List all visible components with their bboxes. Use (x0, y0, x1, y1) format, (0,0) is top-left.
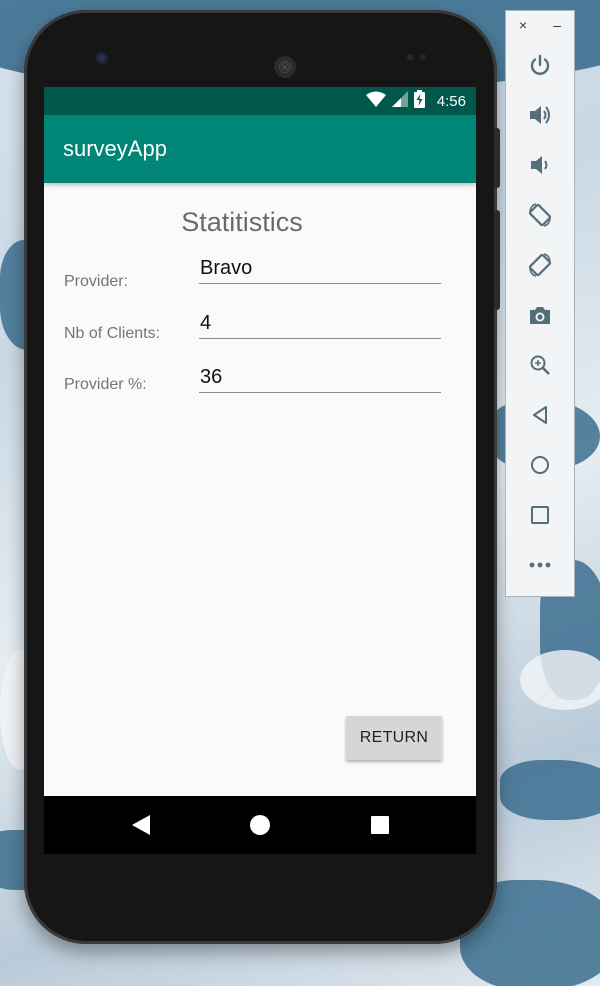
status-bar: 4:56 (44, 87, 476, 115)
power-icon (530, 54, 550, 75)
volume-up-icon (530, 106, 550, 124)
camera-icon (530, 307, 550, 324)
overview-icon (531, 506, 549, 524)
zoom-icon (530, 355, 550, 375)
return-button[interactable]: RETURN (346, 716, 442, 760)
power-button[interactable] (525, 50, 555, 80)
provider-percent-field[interactable] (199, 363, 441, 393)
provider-field[interactable] (199, 254, 441, 284)
phone-side-button (494, 128, 500, 188)
more-button[interactable] (525, 550, 555, 580)
rotate-left-icon (528, 203, 552, 227)
screenshot-button[interactable] (525, 300, 555, 330)
emulator-toolbar: × – (505, 10, 575, 597)
nav-recents-button[interactable] (363, 796, 397, 854)
volume-down-icon (531, 156, 548, 174)
front-camera (96, 52, 108, 64)
back-icon (533, 406, 547, 424)
phone-side-button (494, 210, 500, 310)
proximity-sensor (407, 54, 413, 60)
home-button[interactable] (525, 450, 555, 480)
recents-icon (371, 816, 389, 834)
clients-count-label: Nb of Clients: (64, 325, 161, 342)
page-title: Statitistics (181, 207, 303, 237)
minimize-window-button[interactable]: – (553, 17, 561, 33)
provider-percent-label: Provider %: (64, 376, 147, 393)
back-button[interactable] (525, 400, 555, 430)
navigation-bar (44, 796, 476, 854)
earpiece-speaker (274, 56, 296, 78)
app-title: surveyApp (63, 136, 167, 161)
home-icon (531, 456, 549, 474)
rotate-right-icon (528, 253, 552, 277)
provider-label: Provider: (64, 273, 129, 290)
volume-up-button[interactable] (525, 100, 555, 130)
overview-button[interactable] (525, 500, 555, 530)
cell-signal-icon (391, 90, 408, 112)
battery-charging-icon (413, 89, 425, 113)
back-icon (132, 815, 150, 835)
rotate-left-button[interactable] (525, 200, 555, 230)
zoom-button[interactable] (525, 350, 555, 380)
rotate-right-button[interactable] (525, 250, 555, 280)
status-time: 4:56 (436, 92, 466, 110)
clients-count-field[interactable] (199, 309, 441, 339)
close-window-button[interactable]: × (519, 17, 527, 33)
volume-down-button[interactable] (525, 150, 555, 180)
wifi-icon (365, 91, 386, 112)
device-screen: 4:56 surveyApp Statitistics Provider: Nb… (44, 87, 476, 854)
nav-back-button[interactable] (124, 796, 158, 854)
home-icon (250, 815, 270, 835)
nav-home-button[interactable] (243, 796, 277, 854)
more-icon (529, 562, 551, 568)
app-toolbar: surveyApp (44, 115, 476, 183)
light-sensor (420, 54, 426, 60)
